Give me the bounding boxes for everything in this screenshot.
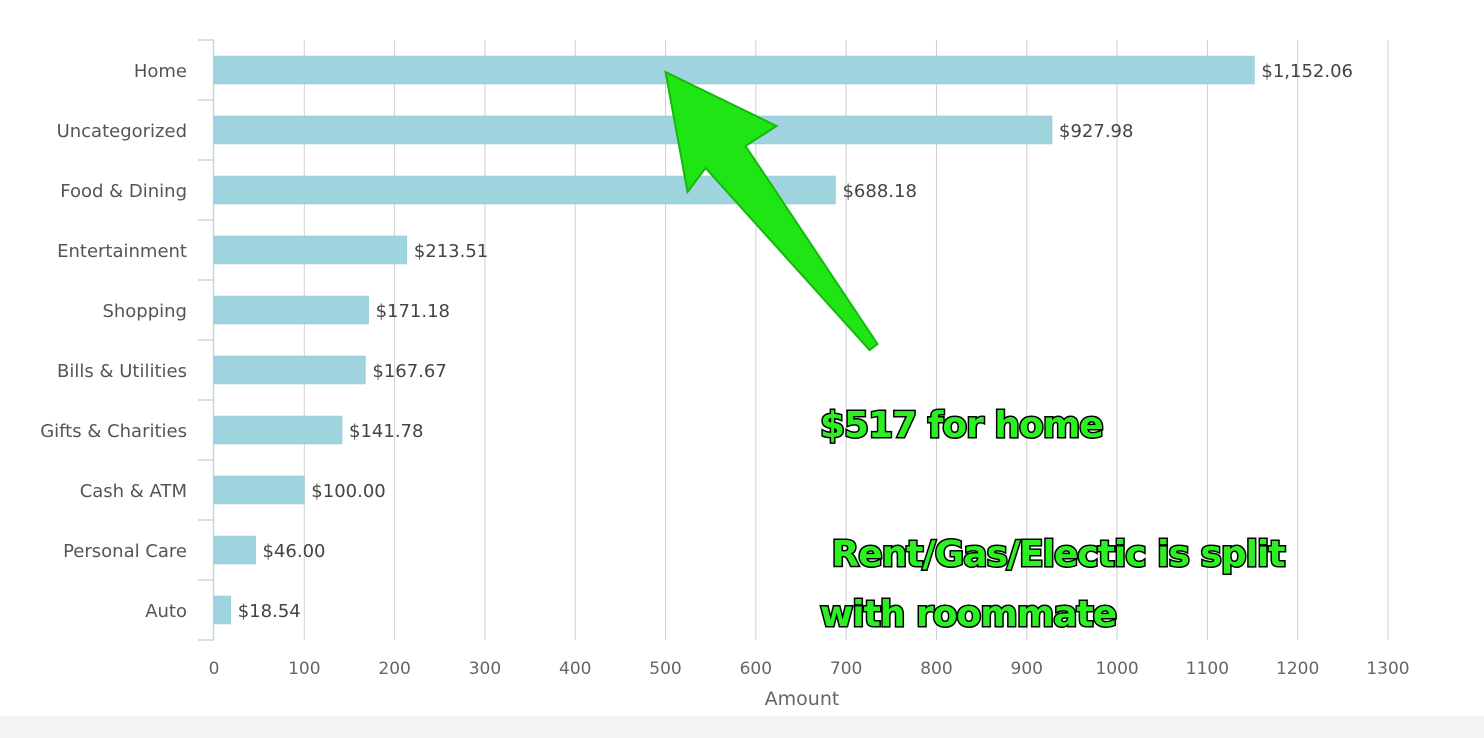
chart-panel: $1,152.06 $927.98 $688.18 $213.51 $171.18 $16… bbox=[0, 0, 1484, 716]
x-tick-label: 600 bbox=[740, 659, 772, 679]
annotation-line-2: Rent/Gas/Electic is split bbox=[820, 534, 1285, 575]
x-tick-label: 1000 bbox=[1095, 659, 1138, 679]
data-label: $927.98 bbox=[1059, 121, 1133, 142]
annotation-line-3: with roommate bbox=[820, 594, 1116, 635]
category-axis bbox=[198, 39, 215, 641]
data-label: $171.18 bbox=[376, 301, 450, 322]
x-tick-label: 1200 bbox=[1276, 659, 1319, 679]
bar bbox=[213, 535, 256, 565]
data-label: $18.54 bbox=[238, 601, 301, 622]
category-label: Personal Care bbox=[63, 541, 187, 562]
bar bbox=[213, 355, 366, 385]
bar bbox=[213, 595, 231, 625]
annotation-line-1: $517 for home bbox=[820, 405, 1103, 446]
bar bbox=[213, 415, 343, 445]
x-tick-label: 1100 bbox=[1186, 659, 1229, 679]
category-label: Home bbox=[134, 61, 187, 82]
annotation: $517 for home Rent/Gas/Electic is split … bbox=[664, 70, 1288, 637]
x-tick-labels: 0 100 200 300 400 500 600 700 800 900 1000 1100 1200… bbox=[209, 659, 1410, 679]
category-label: Bills & Utilities bbox=[57, 361, 187, 382]
category-label: Shopping bbox=[102, 301, 187, 322]
bar bbox=[213, 55, 1255, 85]
category-label: Cash & ATM bbox=[80, 481, 187, 502]
data-label: $46.00 bbox=[263, 541, 326, 562]
category-label: Auto bbox=[145, 601, 187, 622]
data-label: $100.00 bbox=[311, 481, 385, 502]
data-label: $213.51 bbox=[414, 241, 488, 262]
x-tick-label: 200 bbox=[378, 659, 410, 679]
category-labels: Home Uncategorized Food & Dining Entertainm… bbox=[40, 61, 187, 622]
bar bbox=[213, 235, 408, 265]
x-axis-title: Amount bbox=[765, 688, 840, 710]
x-tick-label: 500 bbox=[649, 659, 681, 679]
data-label: $1,152.06 bbox=[1261, 61, 1353, 82]
data-label: $167.67 bbox=[372, 361, 446, 382]
data-label: $688.18 bbox=[842, 181, 916, 202]
x-tick-label: 900 bbox=[1011, 659, 1043, 679]
data-label: $141.78 bbox=[349, 421, 423, 442]
category-label: Entertainment bbox=[57, 241, 187, 262]
x-tick-label: 800 bbox=[920, 659, 952, 679]
x-tick-label: 700 bbox=[830, 659, 862, 679]
category-label: Gifts & Charities bbox=[40, 421, 187, 442]
x-tick-label: 1300 bbox=[1366, 659, 1409, 679]
spending-bar-chart: $1,152.06 $927.98 $688.18 $213.51 $171.18 $16… bbox=[40, 39, 1410, 710]
category-label: Uncategorized bbox=[57, 121, 187, 142]
x-tick-label: 400 bbox=[559, 659, 591, 679]
x-tick-label: 100 bbox=[288, 659, 320, 679]
bar bbox=[213, 115, 1053, 145]
x-tick-label: 300 bbox=[469, 659, 501, 679]
x-tick-label: 0 bbox=[209, 659, 220, 679]
bar bbox=[213, 295, 369, 325]
category-label: Food & Dining bbox=[60, 181, 187, 202]
bar bbox=[213, 475, 305, 505]
